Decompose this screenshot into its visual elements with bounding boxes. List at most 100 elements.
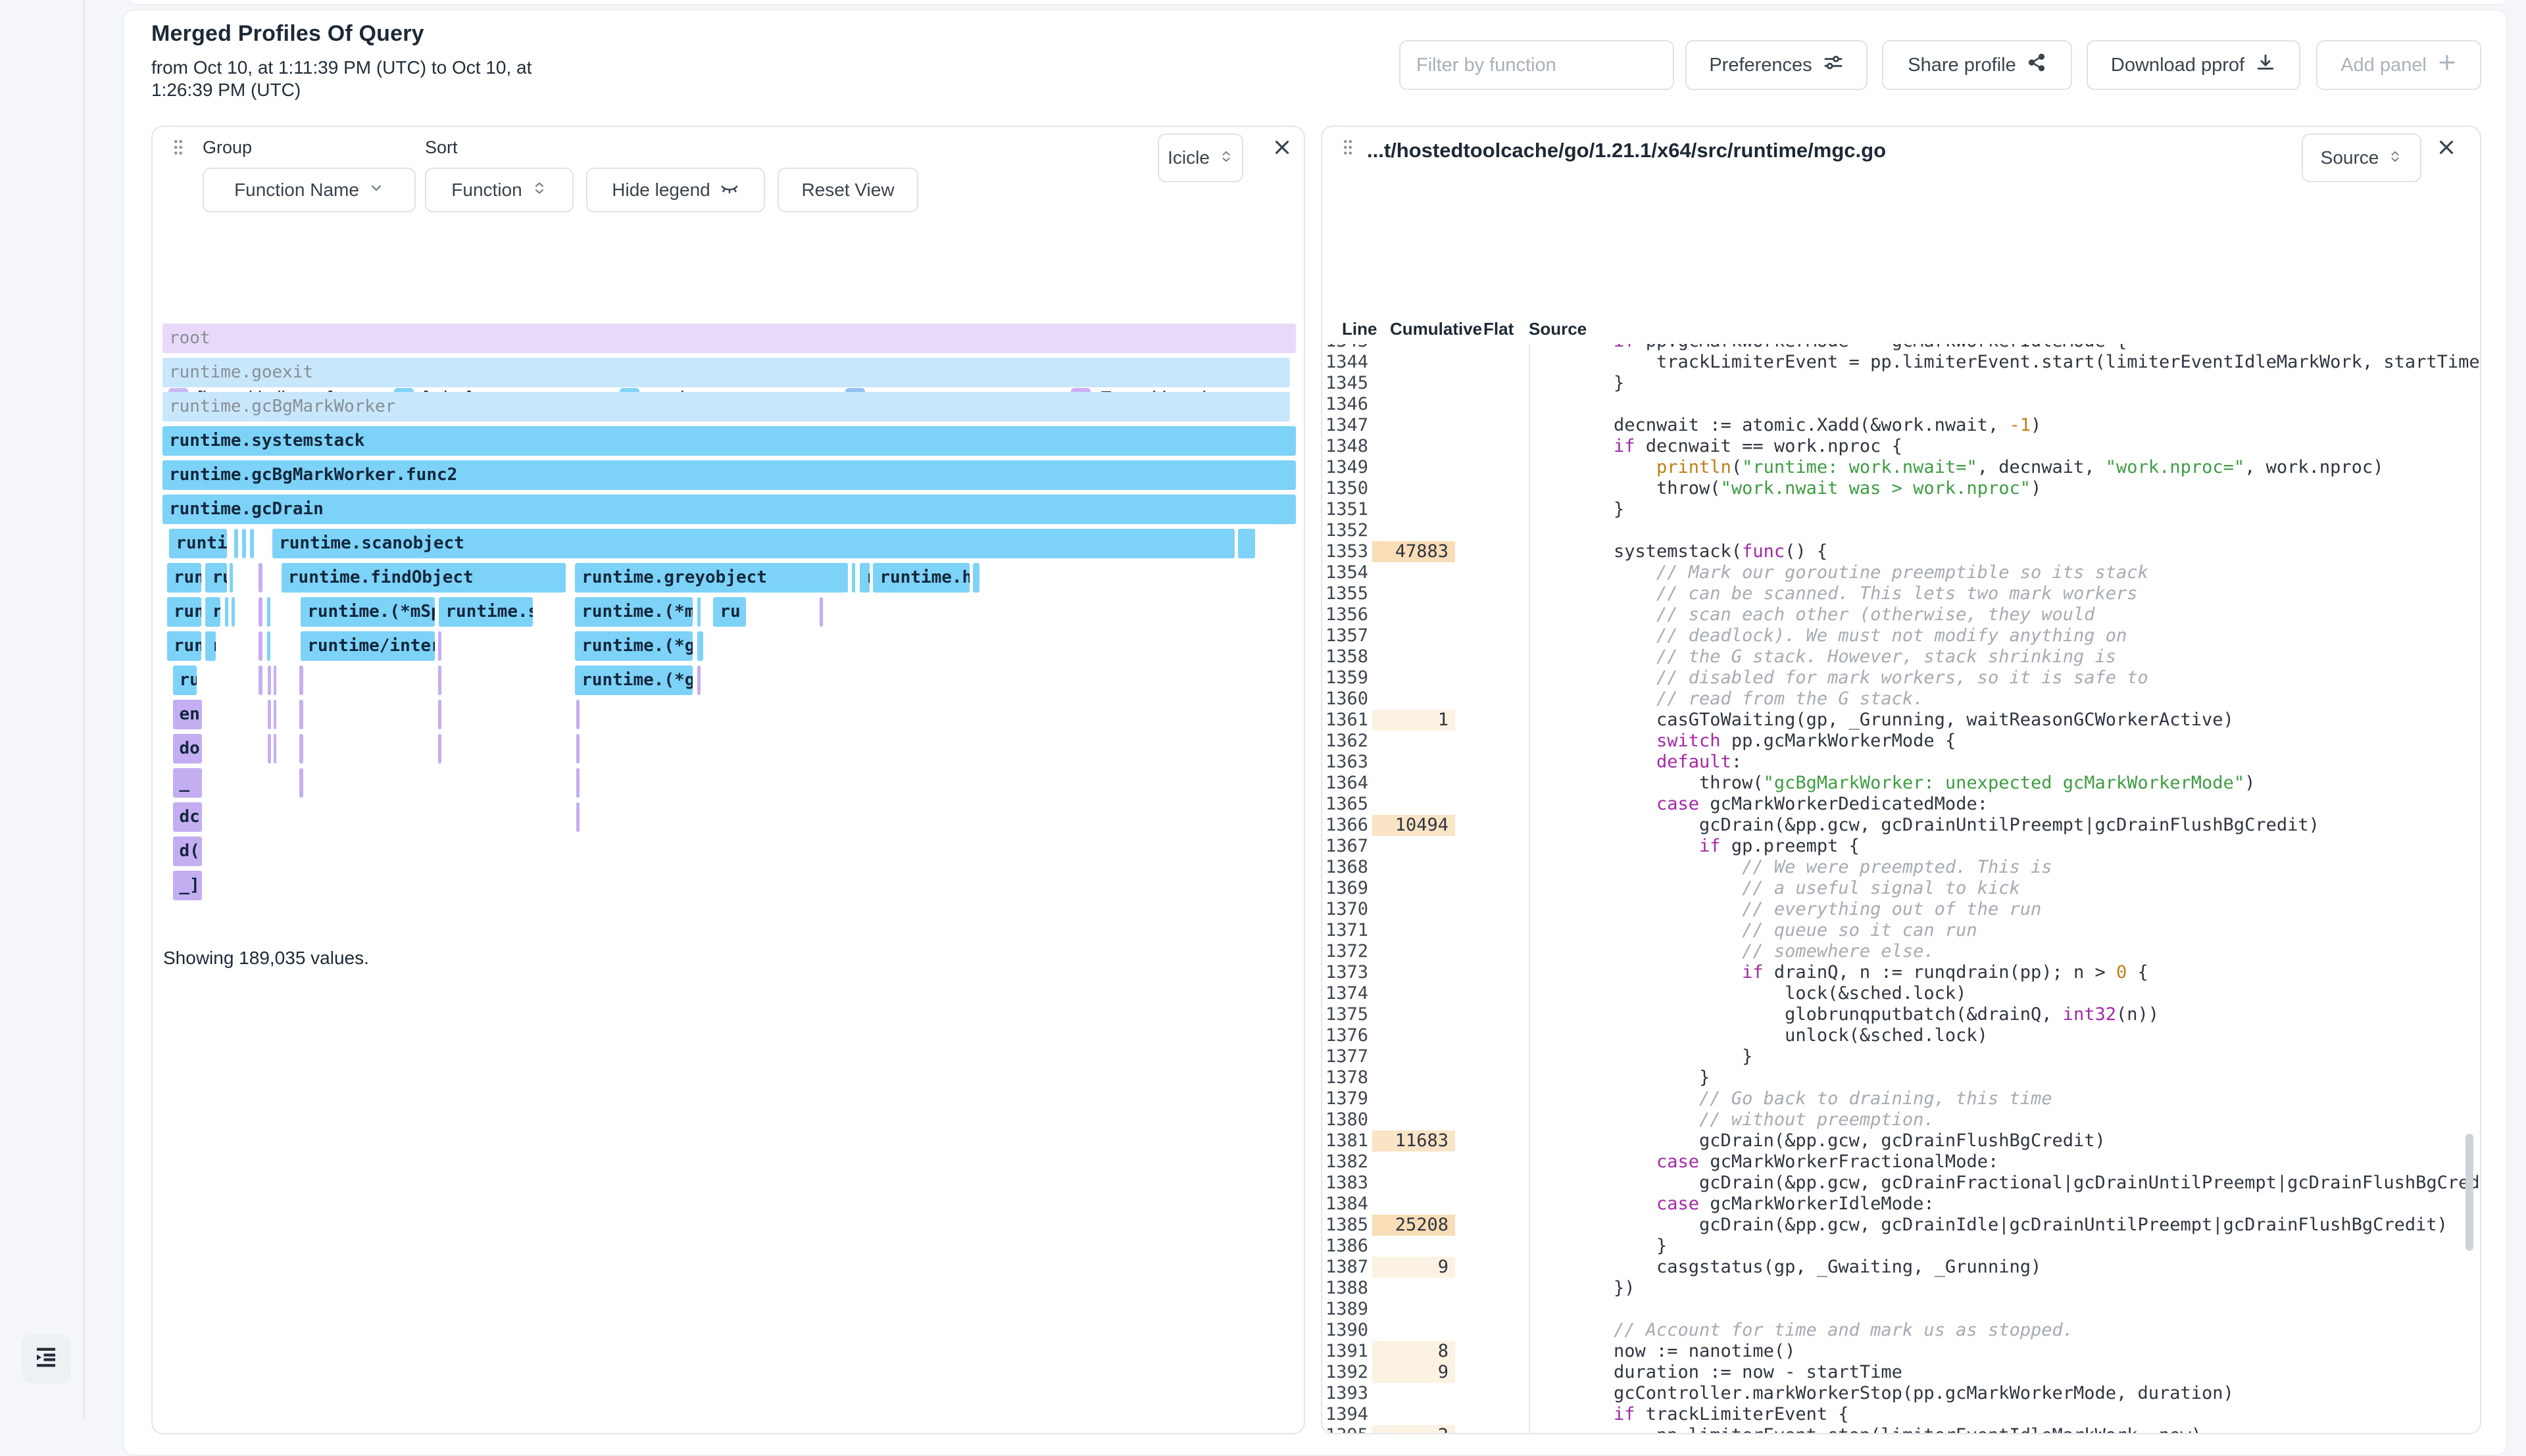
close-flame-panel-button[interactable] (1271, 136, 1293, 158)
flame-segment[interactable] (299, 666, 303, 695)
flame-segment[interactable]: runtime.systemstack (162, 426, 1296, 456)
flame-segment[interactable]: runtime.(*mspan (575, 597, 693, 627)
flame-segment[interactable] (576, 802, 580, 832)
flame-segment[interactable]: runtime.greyobject (575, 563, 848, 593)
flame-segment[interactable]: runtime.h (873, 563, 969, 593)
flame-segment[interactable] (576, 734, 580, 764)
flame-segment[interactable]: runtime.gcBgMarkWorker.func2 (162, 460, 1296, 490)
flame-segment[interactable]: ru (205, 563, 227, 593)
hide-legend-button[interactable]: Hide legend (586, 168, 765, 212)
flame-segment[interactable] (438, 734, 441, 764)
flame-segment[interactable]: run (167, 631, 201, 661)
share-profile-button[interactable]: Share profile (1882, 40, 2072, 90)
page-title: Merged Profiles Of Query (151, 21, 424, 47)
source-line: 1379 // Go back to draining, this time (1322, 1088, 2480, 1109)
panel-drag-handle[interactable] (168, 137, 188, 157)
flame-segment[interactable]: runtime.(*mSp (301, 597, 434, 627)
flame-segment[interactable] (259, 563, 262, 593)
flame-segment[interactable] (299, 768, 303, 798)
flat-value (1455, 646, 1529, 667)
flame-segment[interactable]: en (173, 700, 203, 729)
flame-segment[interactable]: _] (173, 871, 203, 900)
flame-segment[interactable] (438, 700, 441, 729)
flame-segment[interactable]: r (205, 597, 220, 627)
flame-segment[interactable] (274, 700, 276, 729)
flame-segment[interactable] (232, 597, 235, 627)
flame-segment[interactable] (697, 631, 703, 661)
sidebar-divider (84, 0, 85, 1420)
flame-segment[interactable]: ru (713, 597, 746, 627)
flame-segment[interactable]: r (860, 563, 870, 593)
flame-segment[interactable]: _ (173, 768, 203, 798)
flame-segment[interactable] (299, 700, 303, 729)
flame-segment[interactable] (268, 734, 270, 764)
flame-segment[interactable] (230, 563, 233, 593)
flame-segment[interactable] (234, 529, 238, 558)
close-source-panel-button[interactable] (2435, 136, 2458, 158)
flame-segment[interactable] (697, 597, 701, 627)
flame-segment[interactable] (438, 666, 441, 695)
preferences-button[interactable]: Preferences (1685, 40, 1868, 90)
flame-segment[interactable] (259, 597, 262, 627)
code-text: // Mark our goroutine preemptible so its… (1529, 562, 2480, 583)
flame-segment[interactable]: run (167, 563, 201, 593)
code-text: gcController.markWorkerStop(pp.gcMarkWor… (1529, 1383, 2480, 1404)
add-panel-button[interactable]: Add panel (2316, 40, 2481, 90)
flame-segment[interactable] (438, 631, 441, 661)
indent-list-icon (32, 1344, 60, 1374)
download-pprof-button[interactable]: Download pprof (2087, 40, 2300, 90)
source-line: 1378 } (1322, 1067, 2480, 1088)
flat-value (1455, 983, 1529, 1004)
flame-segment[interactable]: dc (173, 802, 203, 832)
collapse-sidebar-button[interactable] (21, 1334, 71, 1384)
flame-segment[interactable] (852, 563, 855, 593)
flame-segment[interactable]: root (162, 324, 1296, 353)
panel-drag-handle[interactable] (1338, 137, 1358, 157)
flame-segment[interactable]: runtime/inter (301, 631, 434, 661)
flame-segment[interactable]: runtime.gcDrain (162, 495, 1296, 524)
flame-segment[interactable]: do (173, 734, 203, 764)
source-line: 1371 // queue so it can run (1322, 920, 2480, 941)
cumulative-value (1372, 752, 1455, 773)
flame-segment[interactable]: runtim (169, 529, 227, 558)
code-text (1529, 394, 2480, 415)
flame-segment[interactable] (697, 666, 701, 695)
flame-segment[interactable]: runtime.gcBgMarkWorker (162, 392, 1290, 422)
flame-segment[interactable] (259, 631, 262, 661)
reset-view-button[interactable]: Reset View (778, 168, 918, 212)
sort-select[interactable]: Function (425, 168, 574, 212)
flame-segment[interactable] (250, 529, 254, 558)
group-select[interactable]: Function Name (203, 168, 416, 212)
flame-segment[interactable]: runtime.(*gcBit (575, 631, 693, 661)
flame-segment[interactable] (267, 597, 270, 627)
flame-segment[interactable] (973, 563, 979, 593)
flame-segment[interactable] (259, 666, 262, 695)
view-mode-select[interactable]: Icicle (1158, 133, 1243, 182)
filter-input[interactable] (1400, 41, 1674, 89)
flame-segment[interactable]: r (205, 631, 216, 661)
flame-segment[interactable]: runtime.sp (439, 597, 533, 627)
flame-segment[interactable]: runtime.findObject (282, 563, 566, 593)
flame-segment[interactable] (225, 597, 228, 627)
flame-segment[interactable] (1238, 529, 1255, 558)
flame-segment[interactable]: runtime.goexit (162, 358, 1290, 387)
flame-segment[interactable]: run (167, 597, 201, 627)
flame-segment[interactable] (274, 734, 276, 764)
flame-segment[interactable] (299, 734, 303, 764)
flame-segment[interactable]: ru (173, 666, 197, 695)
flame-segment[interactable]: d( (173, 837, 203, 866)
flame-segment[interactable] (576, 700, 580, 729)
flame-segment[interactable] (242, 529, 246, 558)
flame-segment[interactable] (268, 666, 270, 695)
source-scrollbar[interactable] (2465, 1134, 2473, 1251)
flame-segment[interactable] (820, 597, 823, 627)
flame-segment[interactable] (267, 631, 270, 661)
flame-segment[interactable]: runtime.scanobject (272, 529, 1235, 558)
flame-segment[interactable] (268, 700, 270, 729)
flat-value (1455, 352, 1529, 373)
flame-segment[interactable] (274, 666, 276, 695)
flame-segment[interactable]: runtime.(*gcBi (575, 666, 693, 695)
flame-segment[interactable] (576, 768, 580, 798)
source-mode-select[interactable]: Source (2302, 133, 2421, 182)
line-number: 1344 (1322, 352, 1368, 373)
